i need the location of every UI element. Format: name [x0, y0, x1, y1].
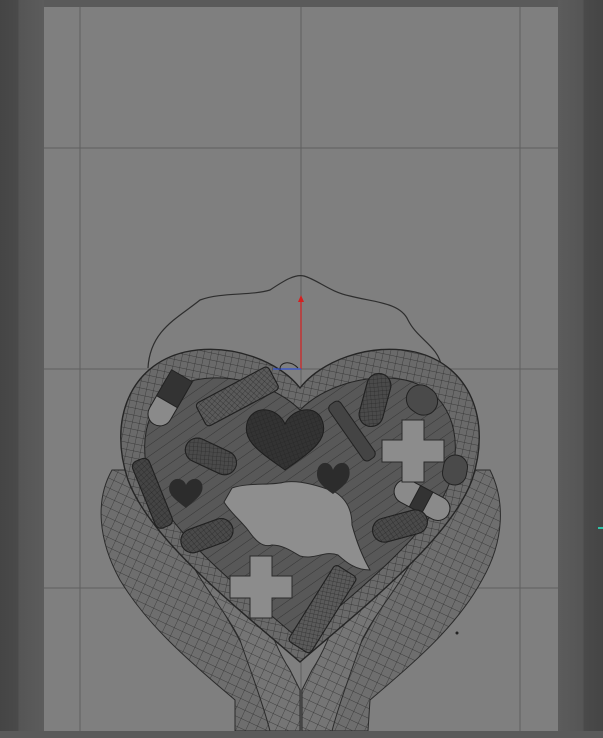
bottom-border — [0, 731, 603, 738]
viewport-canvas[interactable] — [44, 7, 558, 731]
app-window — [0, 0, 603, 738]
top-border — [0, 0, 603, 7]
left-panel-edge — [0, 0, 44, 738]
right-edge-marker — [598, 527, 603, 529]
transform-gizmo[interactable] — [273, 295, 304, 370]
3d-viewport[interactable] — [44, 7, 558, 731]
right-panel-edge — [558, 0, 603, 738]
